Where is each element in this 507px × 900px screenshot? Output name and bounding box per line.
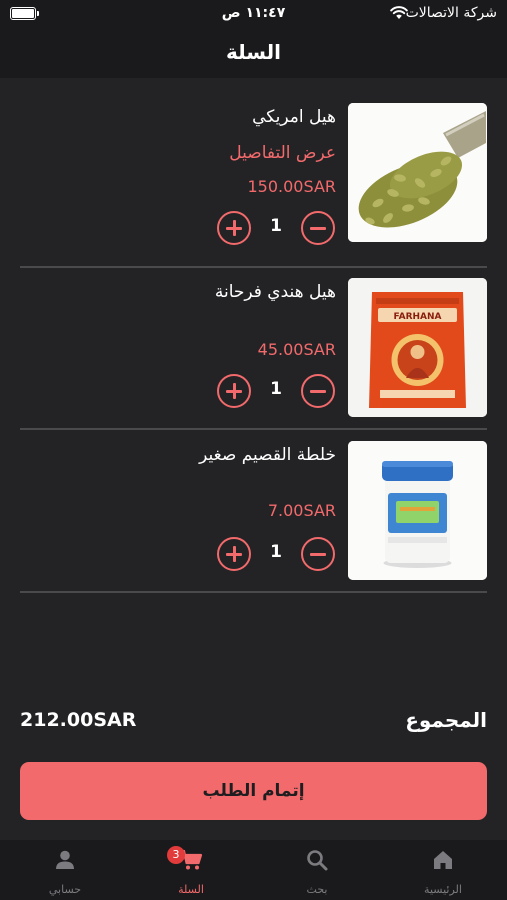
quantity-value: 1 — [270, 542, 282, 562]
tab-home[interactable]: الرئيسية — [393, 840, 493, 900]
product-price: 45.00SAR — [257, 340, 336, 359]
tab-home-label: الرئيسية — [424, 883, 462, 896]
tab-search-label: بحث — [306, 883, 328, 896]
item-divider — [20, 591, 487, 593]
quantity-value: 1 — [270, 379, 282, 399]
farhana-brand-text: FARHANA — [393, 312, 441, 322]
cart-count-badge: 3 — [167, 846, 185, 864]
tab-cart[interactable]: 3 السلة — [141, 840, 241, 900]
increase-quantity-button[interactable] — [217, 211, 251, 245]
quantity-stepper: 1 — [217, 537, 335, 571]
checkout-button-label: إتمام الطلب — [202, 781, 305, 801]
product-price: 7.00SAR — [267, 501, 336, 520]
tab-search[interactable]: بحث — [267, 840, 367, 900]
checkout-button[interactable]: إتمام الطلب — [20, 762, 487, 820]
quantity-value: 1 — [270, 216, 282, 236]
carrier-name: شركة الاتصالات — [405, 5, 497, 21]
tab-bar: الرئيسية بحث 3 السلة حسابي — [0, 840, 507, 900]
total-label: المجموع — [405, 708, 487, 732]
increase-quantity-button[interactable] — [217, 374, 251, 408]
decrease-quantity-button[interactable] — [301, 537, 335, 571]
quantity-stepper: 1 — [217, 211, 335, 245]
home-icon — [434, 851, 452, 869]
page-title: السلة — [225, 40, 281, 64]
tab-cart-label: السلة — [178, 883, 204, 896]
cart-item: خلطة القصيم صغير 7.00SAR 1 — [20, 441, 487, 581]
cart-item: هيل امريكي عرض التفاصيل 150.00SAR 1 — [20, 103, 487, 245]
product-name[interactable]: هيل هندي فرحانة — [215, 282, 336, 302]
search-icon — [307, 850, 328, 871]
quantity-stepper: 1 — [217, 374, 335, 408]
product-image-cardamom[interactable] — [348, 103, 487, 242]
decrease-quantity-button[interactable] — [301, 374, 335, 408]
product-name[interactable]: هيل امريكي — [252, 107, 336, 127]
tab-account-label: حسابي — [48, 883, 82, 896]
total-value: 212.00SAR — [20, 709, 137, 731]
person-icon — [56, 850, 74, 869]
product-image-farhana[interactable]: FARHANA — [348, 278, 487, 417]
view-details-link[interactable]: عرض التفاصيل — [229, 143, 336, 163]
item-divider — [20, 428, 487, 430]
product-price: 150.00SAR — [247, 177, 337, 196]
product-name[interactable]: خلطة القصيم صغير — [199, 445, 336, 465]
decrease-quantity-button[interactable] — [301, 211, 335, 245]
tab-account[interactable]: حسابي — [15, 840, 115, 900]
product-image-spice-mix[interactable] — [348, 441, 487, 580]
page-header: السلة — [0, 28, 507, 78]
cart-item: FARHANA هيل هندي فرحانة 45.00SAR 1 — [20, 278, 487, 418]
item-divider — [20, 266, 487, 268]
increase-quantity-button[interactable] — [217, 537, 251, 571]
status-bar: ١١:٤٧ ص شركة الاتصالات — [0, 0, 507, 28]
